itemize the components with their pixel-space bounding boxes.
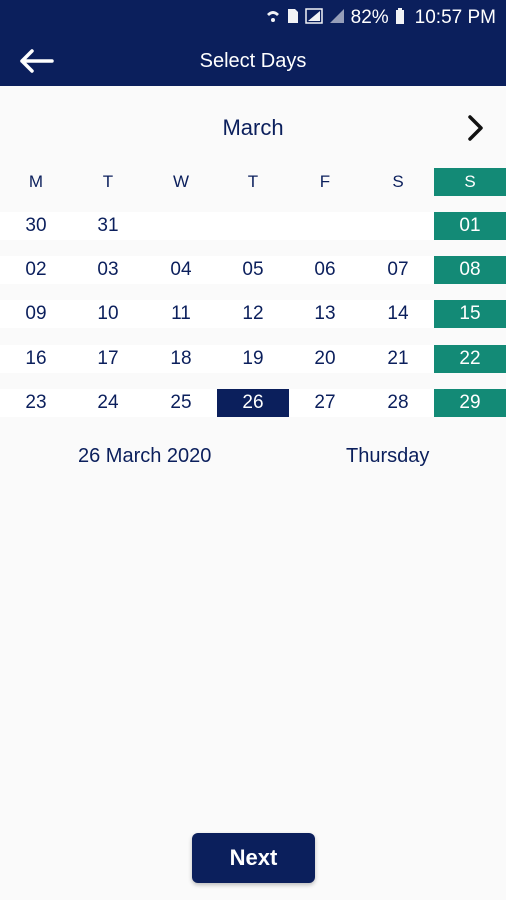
calendar-day[interactable]: 12 (217, 300, 289, 328)
weekday-label: T (102, 172, 114, 191)
calendar-day[interactable]: 14 (362, 300, 434, 328)
weekday-label: S (392, 172, 404, 191)
calendar-day[interactable]: 28 (362, 389, 434, 417)
calendar-day[interactable]: 24 (72, 389, 144, 417)
calendar-day-empty (362, 212, 434, 240)
calendar-day[interactable]: 17 (72, 345, 144, 373)
arrow-left-icon (20, 49, 54, 73)
calendar-day[interactable]: 11 (145, 300, 217, 328)
calendar-day[interactable]: 10 (72, 300, 144, 328)
calendar-day-empty (145, 212, 217, 240)
calendar-day[interactable]: 02 (0, 256, 72, 284)
month-header: March (0, 100, 506, 156)
selected-date-summary: 26 March 2020 Thursday (0, 440, 506, 472)
calendar-day[interactable]: 23 (0, 389, 72, 417)
calendar-day-sunday[interactable]: 01 (434, 212, 506, 240)
calendar-day[interactable]: 18 (145, 345, 217, 373)
calendar-day-selected[interactable]: 26 (217, 389, 289, 417)
calendar-week-row: 30 31 01 (0, 212, 506, 240)
status-time: 10:57 PM (414, 7, 496, 28)
calendar-day[interactable]: 20 (289, 345, 361, 373)
calendar-week-row: 16 17 18 19 20 21 22 (0, 345, 506, 373)
calendar-day[interactable]: 31 (72, 212, 144, 240)
calendar-week-row: 09 10 11 12 13 14 15 (0, 300, 506, 328)
wifi-icon (265, 8, 281, 28)
sim-icon (287, 8, 299, 28)
weekday-label: M (28, 172, 44, 191)
month-title: March (222, 115, 284, 140)
calendar-day[interactable]: 06 (289, 256, 361, 284)
calendar-day[interactable]: 05 (217, 256, 289, 284)
weekday-label: T (247, 172, 259, 191)
calendar-day[interactable]: 27 (289, 389, 361, 417)
signal-icon (304, 8, 323, 28)
calendar-day[interactable]: 30 (0, 212, 72, 240)
calendar-day[interactable]: 25 (145, 389, 217, 417)
page-title: Select Days (199, 50, 307, 72)
selected-date: 26 March 2020 (78, 445, 212, 467)
next-button[interactable]: Next (192, 833, 315, 883)
weekday-label: F (319, 172, 331, 191)
status-bar: 82% 10:57 PM (0, 0, 506, 36)
signal-icon (329, 8, 345, 28)
calendar-day[interactable]: 21 (362, 345, 434, 373)
app-bar: Select Days (0, 36, 506, 86)
calendar-day[interactable]: 07 (362, 256, 434, 284)
calendar-day[interactable]: 13 (289, 300, 361, 328)
back-button[interactable] (18, 42, 62, 80)
battery-percent: 82% (350, 7, 389, 28)
calendar-day[interactable]: 16 (0, 345, 72, 373)
calendar-week-row: 02 03 04 05 06 07 08 (0, 256, 506, 284)
chevron-right-icon (468, 115, 483, 141)
calendar-day-empty (289, 212, 361, 240)
calendar-day-sunday[interactable]: 29 (434, 389, 506, 417)
weekday-header: M T W T F S S (0, 168, 506, 196)
next-month-button[interactable] (460, 112, 492, 144)
calendar-day-sunday[interactable]: 08 (434, 256, 506, 284)
calendar-day[interactable]: 19 (217, 345, 289, 373)
calendar-day-sunday[interactable]: 15 (434, 300, 506, 328)
battery-icon (395, 8, 405, 28)
weekday-label-sunday: S (434, 168, 506, 196)
calendar-day-empty (217, 212, 289, 240)
calendar-day[interactable]: 09 (0, 300, 72, 328)
calendar-day-sunday[interactable]: 22 (434, 345, 506, 373)
calendar-week-row: 23 24 25 26 27 28 29 (0, 389, 506, 417)
weekday-label: W (172, 172, 190, 191)
calendar-day[interactable]: 04 (145, 256, 217, 284)
selected-weekday: Thursday (346, 445, 430, 467)
calendar-day[interactable]: 03 (72, 256, 144, 284)
